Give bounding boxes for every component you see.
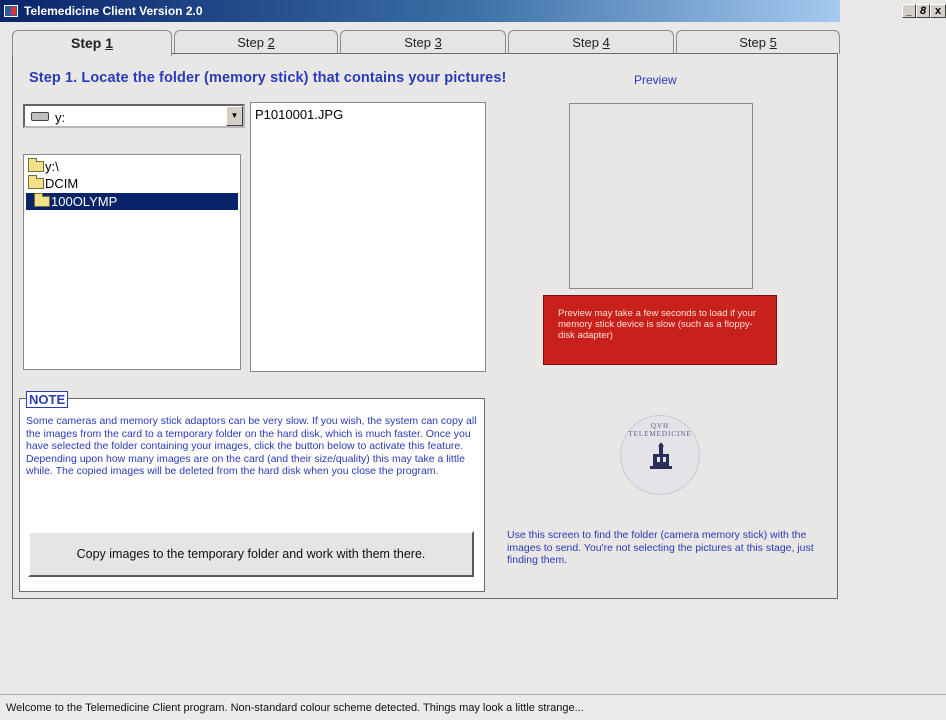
tab-step-5[interactable]: Step 5 xyxy=(676,30,840,54)
status-text: Welcome to the Telemedicine Client progr… xyxy=(6,702,584,714)
title-bar: Telemedicine Client Version 2.0 xyxy=(0,0,840,22)
open-folder-icon xyxy=(34,193,50,207)
tab-step-3[interactable]: Step 3 xyxy=(340,30,506,54)
copy-images-button[interactable]: Copy images to the temporary folder and … xyxy=(28,531,474,577)
folder-tree[interactable]: y:\ DCIM 100OLYMP xyxy=(23,154,241,370)
note-label: NOTE xyxy=(26,391,69,408)
tree-item-label: DCIM xyxy=(45,176,79,191)
tab-key: 3 xyxy=(434,35,442,50)
tab-step-4[interactable]: Step 4 xyxy=(508,30,674,54)
help-text: Use this screen to find the folder (came… xyxy=(507,529,814,566)
open-folder-icon xyxy=(28,158,44,172)
note-box: NOTE Some cameras and memory stick adapt… xyxy=(19,391,485,592)
tab-label: Step xyxy=(739,35,770,50)
tab-label: Step xyxy=(70,35,106,51)
window-controls: _ 8 x xyxy=(902,4,946,22)
tab-key: 5 xyxy=(769,35,777,50)
status-bar: Welcome to the Telemedicine Client progr… xyxy=(0,694,946,720)
qvh-logo: QVH TELEMEDICINE xyxy=(620,415,700,495)
page-title: Step 1. Locate the folder (memory stick)… xyxy=(29,70,507,86)
folder-icon xyxy=(28,175,44,189)
tab-step-1[interactable]: Step 1 xyxy=(12,30,172,56)
tab-label: Step xyxy=(572,35,603,50)
preview-label: Preview xyxy=(634,73,677,87)
window-title: Telemedicine Client Version 2.0 xyxy=(24,4,203,18)
drive-value: y: xyxy=(55,110,66,125)
app-icon xyxy=(4,5,18,17)
close-button[interactable]: x xyxy=(930,4,946,18)
step-tabs: Step 1 Step 2 Step 3 Step 4 Step 5 xyxy=(12,30,840,56)
preview-warning: Preview may take a few seconds to load i… xyxy=(543,295,777,365)
tab-key: 2 xyxy=(267,35,275,50)
tab-label: Step xyxy=(237,35,268,50)
maximize-button[interactable]: 8 xyxy=(916,4,930,18)
drive-select[interactable]: y: ▼ xyxy=(23,104,245,128)
minimize-button[interactable]: _ xyxy=(902,4,916,18)
tab-label: Step xyxy=(404,35,435,50)
tree-item-label: y:\ xyxy=(45,159,59,174)
tab-key: 1 xyxy=(105,35,114,51)
tree-item-100olymp[interactable]: 100OLYMP xyxy=(26,193,238,210)
logo-text: QVH TELEMEDICINE xyxy=(628,422,692,438)
tab-key: 4 xyxy=(602,35,610,50)
chevron-down-icon[interactable]: ▼ xyxy=(226,106,243,126)
drive-icon xyxy=(31,112,49,121)
tree-item-root[interactable]: y:\ xyxy=(28,158,59,175)
note-text: Some cameras and memory stick adaptors c… xyxy=(26,415,477,477)
tree-item-dcim[interactable]: DCIM xyxy=(28,175,78,192)
file-list[interactable]: P1010001.JPG xyxy=(250,102,486,372)
tab-step-2[interactable]: Step 2 xyxy=(174,30,338,54)
step-1-panel: Step 1. Locate the folder (memory stick)… xyxy=(12,53,838,599)
church-icon xyxy=(650,442,672,469)
preview-image-box xyxy=(569,103,753,289)
tree-item-label: 100OLYMP xyxy=(51,194,118,209)
list-item[interactable]: P1010001.JPG xyxy=(255,107,343,122)
